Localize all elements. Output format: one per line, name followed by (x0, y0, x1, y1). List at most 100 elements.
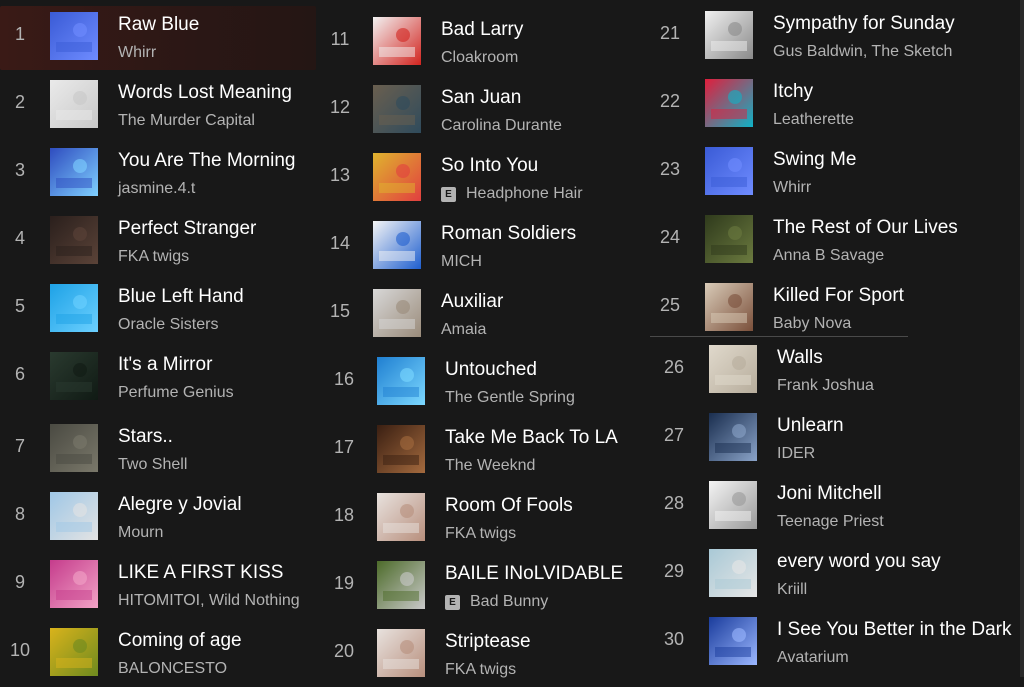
artist-name[interactable]: Whirr (118, 44, 156, 61)
track-row[interactable]: 9 LIKE A FIRST KISS HITOMITOI, Wild Nothi… (0, 554, 316, 618)
track-row[interactable]: 17 Take Me Back To LA The Weeknd (322, 419, 644, 483)
artist-name[interactable]: Mourn (118, 524, 163, 541)
track-artist[interactable]: Anna B Savage (773, 247, 884, 265)
track-artist[interactable]: The Gentle Spring (445, 389, 575, 407)
track-row[interactable]: 30 I See You Better in the Dark Avatarium (650, 611, 1020, 675)
artist-name[interactable]: Anna B Savage (773, 247, 884, 264)
track-artist[interactable]: Frank Joshua (777, 377, 874, 395)
artist-name[interactable]: The Murder Capital (118, 112, 255, 129)
track-row[interactable]: 29 every word you say Kriill (650, 543, 1020, 607)
track-artist[interactable]: Mourn (118, 524, 163, 542)
track-artist[interactable]: Teenage Priest (777, 513, 884, 531)
artist-name[interactable]: jasmine.4.t (118, 180, 195, 197)
artist-name[interactable]: HITOMITOI, Wild Nothing (118, 592, 300, 609)
track-row[interactable]: 7 Stars.. Two Shell (0, 418, 316, 482)
track-row[interactable]: 23 Swing Me Whirr (650, 141, 1020, 205)
track-artist[interactable]: Kriill (777, 581, 807, 599)
track-row[interactable]: 28 Joni Mitchell Teenage Priest (650, 475, 1020, 539)
track-title[interactable]: Walls (777, 347, 823, 369)
track-row[interactable]: 20 Striptease FKA twigs (322, 623, 644, 687)
track-row[interactable]: 3 You Are The Morning jasmine.4.t (0, 142, 316, 206)
scrollbar[interactable] (1020, 0, 1024, 677)
track-artist[interactable]: Gus Baldwin, The Sketch (773, 43, 952, 61)
track-title[interactable]: Take Me Back To LA (445, 427, 618, 449)
artist-name[interactable]: Frank Joshua (777, 377, 874, 394)
artist-name[interactable]: IDER (777, 445, 815, 462)
artist-name[interactable]: Leatherette (773, 111, 854, 128)
track-title[interactable]: Unlearn (777, 415, 844, 437)
track-title[interactable]: Swing Me (773, 149, 856, 171)
track-title[interactable]: Alegre y Jovial (118, 494, 242, 516)
track-artist[interactable]: The Murder Capital (118, 112, 255, 130)
artist-name[interactable]: Headphone Hair (466, 185, 583, 202)
track-title[interactable]: Untouched (445, 359, 537, 381)
artist-name[interactable]: Carolina Durante (441, 117, 562, 134)
track-row[interactable]: 11 Bad Larry Cloakroom (322, 11, 644, 75)
track-artist[interactable]: Perfume Genius (118, 384, 234, 402)
track-row[interactable]: 22 Itchy Leatherette (650, 73, 1020, 137)
track-title[interactable]: Roman Soldiers (441, 223, 576, 245)
artist-name[interactable]: Bad Bunny (470, 593, 548, 610)
track-title[interactable]: Words Lost Meaning (118, 82, 292, 104)
track-artist[interactable]: Leatherette (773, 111, 854, 129)
track-row[interactable]: 5 Blue Left Hand Oracle Sisters (0, 278, 316, 342)
track-row[interactable]: 18 Room Of Fools FKA twigs (322, 487, 644, 551)
track-artist[interactable]: The Weeknd (445, 457, 535, 475)
artist-name[interactable]: Kriill (777, 581, 807, 598)
track-row[interactable]: 10 Coming of age BALONCESTO (0, 622, 316, 686)
track-artist[interactable]: IDER (777, 445, 815, 463)
track-title[interactable]: Joni Mitchell (777, 483, 882, 505)
track-row[interactable]: 24 The Rest of Our Lives Anna B Savage (650, 209, 1020, 273)
track-artist[interactable]: MICH (441, 253, 482, 271)
track-title[interactable]: Bad Larry (441, 19, 523, 41)
artist-name[interactable]: Oracle Sisters (118, 316, 218, 333)
track-row[interactable]: 12 San Juan Carolina Durante (322, 79, 644, 143)
artist-name[interactable]: Gus Baldwin, The Sketch (773, 43, 952, 60)
track-title[interactable]: Room Of Fools (445, 495, 573, 517)
track-row[interactable]: 27 Unlearn IDER (650, 407, 1020, 471)
artist-name[interactable]: FKA twigs (445, 525, 516, 542)
artist-name[interactable]: Two Shell (118, 456, 187, 473)
track-title[interactable]: The Rest of Our Lives (773, 217, 958, 239)
track-artist[interactable]: E Headphone Hair (441, 185, 583, 203)
track-artist[interactable]: FKA twigs (118, 248, 189, 266)
track-artist[interactable]: Carolina Durante (441, 117, 562, 135)
track-title[interactable]: BAILE INoLVIDABLE (445, 563, 623, 585)
track-row[interactable]: 16 Untouched The Gentle Spring (322, 351, 644, 415)
track-artist[interactable]: FKA twigs (445, 525, 516, 543)
track-artist[interactable]: HITOMITOI, Wild Nothing (118, 592, 300, 610)
artist-name[interactable]: FKA twigs (445, 661, 516, 678)
track-title[interactable]: Perfect Stranger (118, 218, 256, 240)
artist-name[interactable]: Amaia (441, 321, 486, 338)
track-title[interactable]: Blue Left Hand (118, 286, 244, 308)
track-artist[interactable]: BALONCESTO (118, 660, 227, 678)
track-row[interactable]: 19 BAILE INoLVIDABLE E Bad Bunny (322, 555, 644, 619)
track-row[interactable]: 26 Walls Frank Joshua (650, 339, 1020, 403)
track-artist[interactable]: Baby Nova (773, 315, 851, 333)
track-title[interactable]: So Into You (441, 155, 538, 177)
track-title[interactable]: You Are The Morning (118, 150, 295, 172)
track-title[interactable]: I See You Better in the Dark (777, 619, 1012, 641)
track-row[interactable]: 1 Raw Blue Whirr (0, 6, 316, 70)
track-title[interactable]: Raw Blue (118, 14, 199, 36)
track-row[interactable]: 2 Words Lost Meaning The Murder Capital (0, 74, 316, 138)
track-artist[interactable]: Two Shell (118, 456, 187, 474)
track-artist[interactable]: Cloakroom (441, 49, 518, 67)
track-artist[interactable]: E Bad Bunny (445, 593, 548, 611)
track-title[interactable]: Stars.. (118, 426, 173, 448)
artist-name[interactable]: BALONCESTO (118, 660, 227, 677)
track-title[interactable]: Sympathy for Sunday (773, 13, 955, 35)
track-title[interactable]: San Juan (441, 87, 521, 109)
track-row[interactable]: 21 Sympathy for Sunday Gus Baldwin, The S… (650, 5, 1020, 69)
track-title[interactable]: every word you say (777, 551, 941, 573)
artist-name[interactable]: Baby Nova (773, 315, 851, 332)
track-title[interactable]: Itchy (773, 81, 813, 103)
track-title[interactable]: Striptease (445, 631, 531, 653)
artist-name[interactable]: The Weeknd (445, 457, 535, 474)
track-row[interactable]: 14 Roman Soldiers MICH (322, 215, 644, 279)
artist-name[interactable]: Cloakroom (441, 49, 518, 66)
track-row[interactable]: 6 It's a Mirror Perfume Genius (0, 346, 316, 410)
track-title[interactable]: Coming of age (118, 630, 242, 652)
artist-name[interactable]: MICH (441, 253, 482, 270)
track-row[interactable]: 15 Auxiliar Amaia (322, 283, 644, 347)
